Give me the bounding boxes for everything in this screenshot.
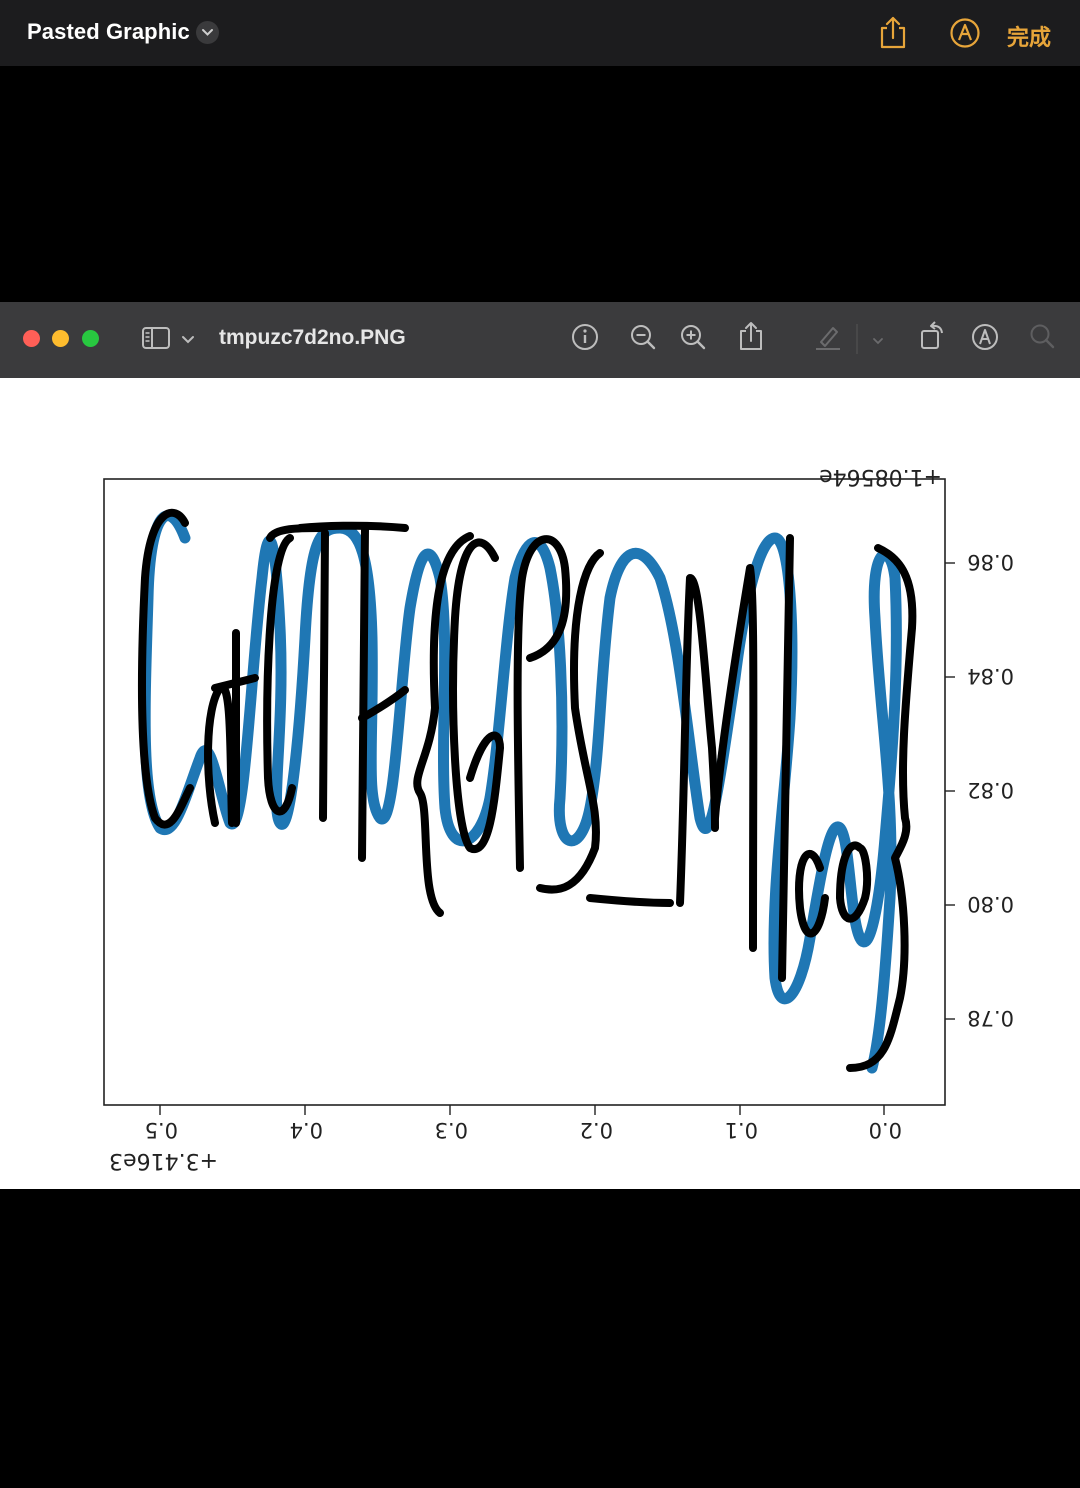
minimize-window-button[interactable] xyxy=(52,330,69,347)
preview-window: tmpuzc7d2no.PNG +1.08564e +3.416e3 0.86 … xyxy=(0,302,1080,1189)
chevron-down-icon xyxy=(202,29,213,36)
image-canvas: +1.08564e +3.416e3 0.86 0.84 0.82 0.80 0… xyxy=(0,378,1080,1189)
markup-icon xyxy=(972,324,998,350)
title-menu-button[interactable] xyxy=(196,21,219,44)
y-tick-label: 0.78 xyxy=(967,1006,1014,1030)
chevron-down-icon xyxy=(182,336,194,344)
x-tick-label: 0.1 xyxy=(725,1118,758,1142)
y-tick-label: 0.86 xyxy=(967,550,1014,574)
highlight-button[interactable] xyxy=(813,322,843,357)
chevron-down-icon xyxy=(873,338,883,345)
inspector-button[interactable] xyxy=(570,322,600,357)
document-title[interactable]: Pasted Graphic xyxy=(27,19,190,45)
top-bar: Pasted Graphic 完成 xyxy=(0,0,1080,66)
toolbar-divider xyxy=(856,324,858,359)
x-tick-label: 0.3 xyxy=(435,1118,468,1142)
x-tick-label: 0.0 xyxy=(869,1118,902,1142)
y-tick-label: 0.82 xyxy=(967,778,1014,802)
zoom-window-button[interactable] xyxy=(82,330,99,347)
zoom-in-button[interactable] xyxy=(678,322,708,357)
sidebar-toggle-button[interactable] xyxy=(141,326,171,355)
done-button[interactable]: 完成 xyxy=(1007,20,1051,52)
close-window-button[interactable] xyxy=(23,330,40,347)
sidebar-menu-button[interactable] xyxy=(181,332,195,350)
x-axis xyxy=(159,1105,885,1115)
sidebar-icon xyxy=(142,327,170,349)
x-tick-label: 0.4 xyxy=(290,1118,323,1142)
y-axis xyxy=(945,562,955,1020)
window-toolbar: tmpuzc7d2no.PNG xyxy=(0,302,1080,379)
highlight-menu-button[interactable] xyxy=(871,333,885,351)
y-tick-label: 0.84 xyxy=(967,664,1014,688)
share-icon xyxy=(740,322,762,350)
search-icon xyxy=(1030,324,1055,349)
window-markup-button[interactable] xyxy=(970,322,1000,357)
x-tick-label: 0.5 xyxy=(145,1118,178,1142)
y-offset-label: +1.08564e xyxy=(819,464,942,489)
zoom-out-button[interactable] xyxy=(628,322,658,357)
share-icon xyxy=(880,16,906,49)
window-title: tmpuzc7d2no.PNG xyxy=(219,326,406,349)
info-icon xyxy=(572,324,598,350)
rotate-button[interactable] xyxy=(918,320,948,357)
window-share-button[interactable] xyxy=(737,320,765,357)
zoom-in-icon xyxy=(681,325,706,350)
share-button[interactable] xyxy=(877,16,909,55)
x-tick-label: 0.2 xyxy=(580,1118,613,1142)
markup-button[interactable] xyxy=(949,17,981,54)
x-offset-label: +3.416e3 xyxy=(109,1148,218,1173)
mirrored-plot-image: +1.08564e +3.416e3 0.86 0.84 0.82 0.80 0… xyxy=(103,464,1014,1173)
y-tick-label: 0.80 xyxy=(967,892,1014,916)
highlight-pen-icon xyxy=(816,327,840,350)
rotate-icon xyxy=(921,321,943,349)
search-button[interactable] xyxy=(1028,322,1058,357)
markup-icon xyxy=(950,18,980,48)
zoom-out-icon xyxy=(631,325,656,350)
